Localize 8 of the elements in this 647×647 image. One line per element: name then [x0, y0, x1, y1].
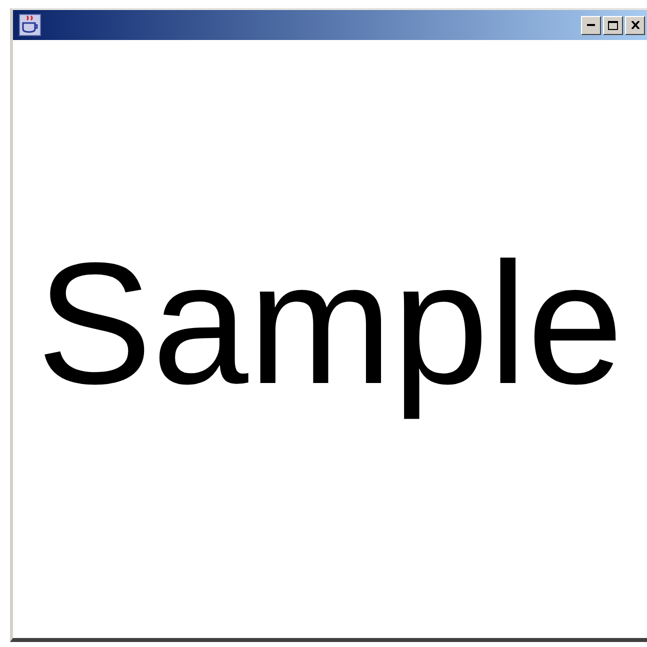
maximize-button[interactable]	[603, 16, 623, 34]
maximize-icon	[608, 20, 618, 30]
sample-text: Sample	[36, 225, 624, 422]
minimize-button[interactable]	[581, 16, 601, 34]
minimize-icon	[587, 24, 595, 26]
close-icon	[630, 21, 640, 29]
app-icon	[19, 14, 41, 36]
close-button[interactable]	[625, 16, 645, 34]
